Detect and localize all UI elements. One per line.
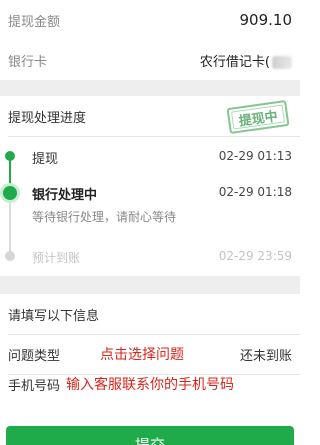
masked-card-number: [272, 55, 292, 69]
submit-label: 提交: [134, 436, 165, 445]
phone-input-hint[interactable]: 输入客服联系你的手机号码: [66, 374, 234, 394]
form-header: 请填写以下信息: [0, 294, 300, 334]
amount-row: 提现金额 909.10: [0, 0, 300, 40]
amount-value: 909.10: [239, 11, 293, 29]
step-1-title: 提现: [32, 152, 59, 167]
form-title: 请填写以下信息: [8, 308, 100, 324]
section-gap: [0, 276, 300, 294]
submit-button[interactable]: 提交: [6, 426, 294, 445]
step-3-dot: [5, 251, 15, 261]
bank-card-value: 农行借记卡(: [200, 51, 292, 70]
divider: [8, 136, 300, 137]
amount-label: 提现金额: [8, 14, 61, 30]
issue-type-label: 问题类型: [8, 348, 61, 364]
step-3-time: 02-29 23:59: [218, 249, 292, 263]
step-2-desc: 等待银行处理，请耐心等待: [32, 210, 177, 224]
phone-label: 手机号码: [8, 378, 61, 394]
progress-title: 提现处理进度: [8, 110, 87, 126]
step-2-dot: [3, 186, 17, 200]
step-2-time: 02-29 01:18: [218, 185, 292, 199]
bank-card-name: 农行借记卡(: [199, 54, 270, 70]
issue-type-hint: 点击选择问题: [100, 347, 184, 363]
step-1-time: 02-29 01:13: [218, 149, 292, 163]
stamp-text: 提现中: [237, 108, 279, 130]
bank-card-row: 银行卡 农行借记卡(: [0, 40, 300, 80]
step-1-dot: [5, 151, 15, 161]
step-2-title: 银行处理中: [32, 188, 98, 203]
step-3-title: 预计到账: [32, 251, 81, 265]
timeline-line-inactive: [9, 196, 11, 256]
issue-type-value[interactable]: 还未到账: [240, 345, 292, 364]
bank-card-label: 银行卡: [8, 54, 48, 70]
section-gap: [0, 80, 300, 96]
